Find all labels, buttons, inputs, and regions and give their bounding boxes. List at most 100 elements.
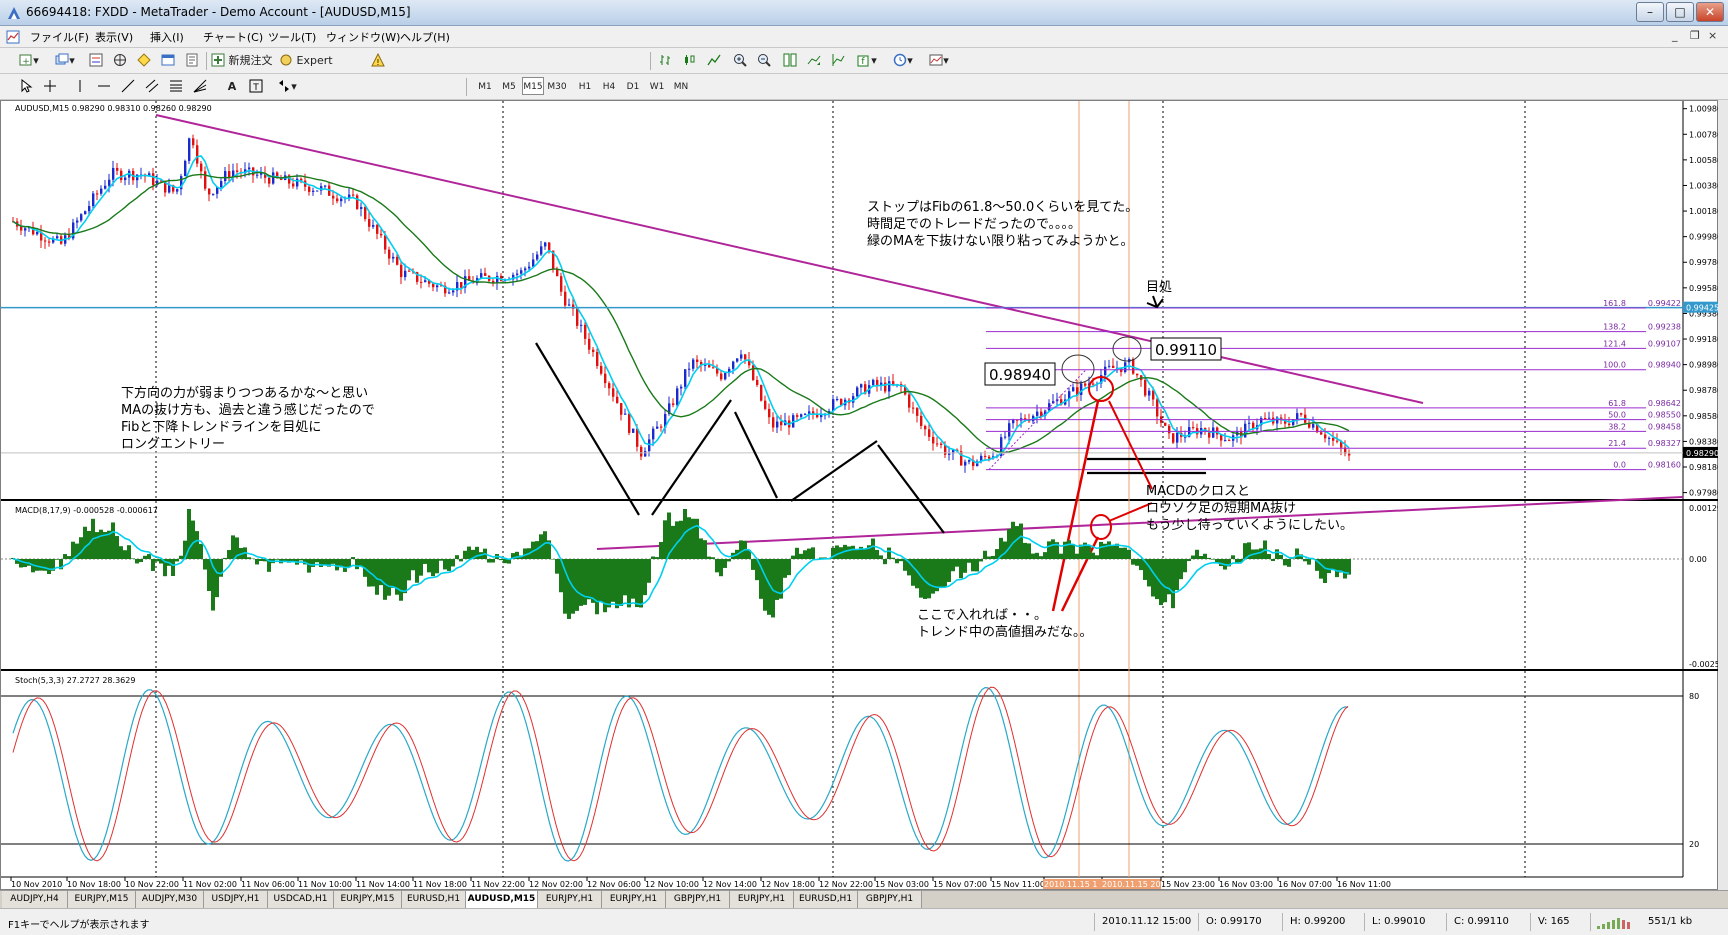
chart-tab[interactable]: EURJPY,H1: [602, 891, 666, 908]
candle-body: [256, 174, 259, 176]
text-tool-button[interactable]: A: [222, 77, 242, 97]
bar-chart-button[interactable]: [656, 51, 676, 71]
chart-tab[interactable]: AUDJPY,H4: [2, 891, 68, 908]
macd-histogram-bar: [355, 559, 359, 570]
new-chart-button[interactable]: + ▾: [14, 51, 44, 71]
timeframe-h1-button[interactable]: H1: [574, 77, 596, 95]
menu-insert[interactable]: 挿入(I): [150, 29, 184, 45]
menu-view[interactable]: 表示(V): [95, 29, 133, 45]
candle-body: [780, 421, 783, 426]
chart-tab[interactable]: AUDUSD,M15: [466, 891, 538, 908]
arrows-tool-button[interactable]: ▾: [272, 77, 302, 97]
menu-chart[interactable]: チャート(C): [203, 29, 263, 45]
candle-body: [1300, 413, 1303, 415]
mdi-minimize-button[interactable]: _: [1672, 29, 1678, 42]
mdi-restore-button[interactable]: ❐: [1690, 29, 1700, 42]
fibonacci-icon: [170, 80, 182, 92]
chart-window[interactable]: 1.00980 1.00780 1.00580 1.00380 1.00180 0.999…: [0, 100, 1719, 891]
timeframe-m15-button[interactable]: M15: [522, 77, 544, 95]
market-watch-button[interactable]: [86, 51, 106, 71]
options-button[interactable]: !: [368, 51, 388, 71]
candle-body: [588, 338, 591, 350]
chart-tab[interactable]: EURJPY,H1: [538, 891, 602, 908]
expert-advisors-button[interactable]: Expert Advisors: [278, 51, 366, 85]
chart-shift-button[interactable]: [828, 51, 848, 71]
chart-tab[interactable]: EURJPY,M15: [68, 891, 136, 908]
chart-tab[interactable]: EURUSD,H1: [402, 891, 466, 908]
tile-windows-button[interactable]: [780, 51, 800, 71]
chart-tab[interactable]: USDJPY,H1: [204, 891, 268, 908]
zoom-out-button[interactable]: [754, 51, 774, 71]
macd-histogram-bar: [807, 548, 811, 559]
auto-scroll-button[interactable]: [804, 51, 824, 71]
timeframe-mn-button[interactable]: MN: [670, 77, 692, 95]
candle-body: [420, 281, 423, 283]
candle-body: [176, 189, 179, 192]
new-order-button[interactable]: 新規注文: [210, 51, 276, 71]
crosshair-tool-button[interactable]: [40, 77, 60, 97]
chart-scroll-area[interactable]: [1718, 100, 1728, 890]
price-chart[interactable]: 1.00980 1.00780 1.00580 1.00380 1.00180 0.999…: [1, 101, 1719, 891]
profiles-button[interactable]: ▾: [50, 51, 80, 71]
macd-histogram-bar: [1303, 559, 1307, 562]
data-window-button[interactable]: [110, 51, 130, 71]
candle-body: [100, 188, 103, 194]
timeframe-m30-button[interactable]: M30: [546, 77, 568, 95]
trendline-tool-button[interactable]: [118, 77, 138, 97]
macd-histogram-bar: [723, 559, 727, 568]
menu-window[interactable]: ウィンドウ(W): [326, 29, 400, 45]
cursor-tool-button[interactable]: [16, 77, 36, 97]
macd-histogram-bar: [275, 559, 279, 560]
navigator-button[interactable]: [134, 51, 154, 71]
macd-histogram-bar: [595, 559, 599, 615]
macd-histogram-bar: [1099, 541, 1103, 559]
candle-body: [760, 384, 763, 401]
templates-button[interactable]: ▾: [924, 51, 954, 71]
macd-histogram-bar: [175, 559, 179, 562]
timeframe-m1-button[interactable]: M1: [474, 77, 496, 95]
annotation-text: ロウソク足の短期MA抜け: [1146, 500, 1296, 516]
horizontal-line-tool-button[interactable]: [94, 77, 114, 97]
line-chart-button[interactable]: [704, 51, 724, 71]
menu-tools[interactable]: ツール(T): [268, 29, 316, 45]
timeframe-m5-button[interactable]: M5: [498, 77, 520, 95]
macd-histogram-bar: [659, 542, 663, 559]
timeframe-d1-button[interactable]: D1: [622, 77, 644, 95]
candle-body: [480, 273, 483, 279]
timeframe-w1-button[interactable]: W1: [646, 77, 668, 95]
timeframe-h4-button[interactable]: H4: [598, 77, 620, 95]
menu-file[interactable]: ファイル(F): [30, 29, 89, 45]
periods-button[interactable]: ▾: [888, 51, 918, 71]
close-button[interactable]: ✕: [1696, 2, 1724, 22]
chart-tab[interactable]: EURUSD,H1: [794, 891, 858, 908]
indicators-button[interactable]: f ▾: [852, 51, 882, 71]
chart-tab[interactable]: USDCAD,H1: [268, 891, 334, 908]
chart-tab[interactable]: EURJPY,M15: [334, 891, 402, 908]
mdi-close-button[interactable]: ×: [1708, 29, 1717, 42]
maximize-button[interactable]: □: [1666, 2, 1694, 22]
minimize-button[interactable]: –: [1636, 2, 1664, 22]
chart-tab[interactable]: GBPJPY,H1: [858, 891, 922, 908]
macd-histogram-bar: [651, 556, 655, 559]
zoom-in-button[interactable]: [730, 51, 750, 71]
chart-tab[interactable]: EURJPY,H1: [730, 891, 794, 908]
menu-help[interactable]: ヘルプ(H): [400, 29, 450, 45]
candle-body: [1176, 432, 1179, 443]
auto-scroll-icon: [807, 55, 821, 65]
strategy-tester-button[interactable]: [182, 51, 202, 71]
time-tick-label: 12 Nov 14:00: [703, 880, 757, 889]
chart-tab[interactable]: GBPJPY,H1: [666, 891, 730, 908]
vertical-line-tool-button[interactable]: [70, 77, 90, 97]
candle-body: [740, 354, 743, 359]
fib-level-price: 0.98458: [1648, 422, 1681, 431]
macd-histogram-bar: [435, 559, 439, 574]
fibonacci-fan-tool-button[interactable]: [190, 77, 210, 97]
candlestick-button[interactable]: [680, 51, 700, 71]
fibonacci-tool-button[interactable]: [166, 77, 186, 97]
chart-tab[interactable]: AUDJPY,M30: [136, 891, 204, 908]
channel-tool-button[interactable]: [142, 77, 162, 97]
terminal-button[interactable]: [158, 51, 178, 71]
text-label-tool-button[interactable]: T: [246, 77, 266, 97]
macd-histogram-bar: [751, 559, 755, 570]
candle-body: [76, 220, 79, 223]
